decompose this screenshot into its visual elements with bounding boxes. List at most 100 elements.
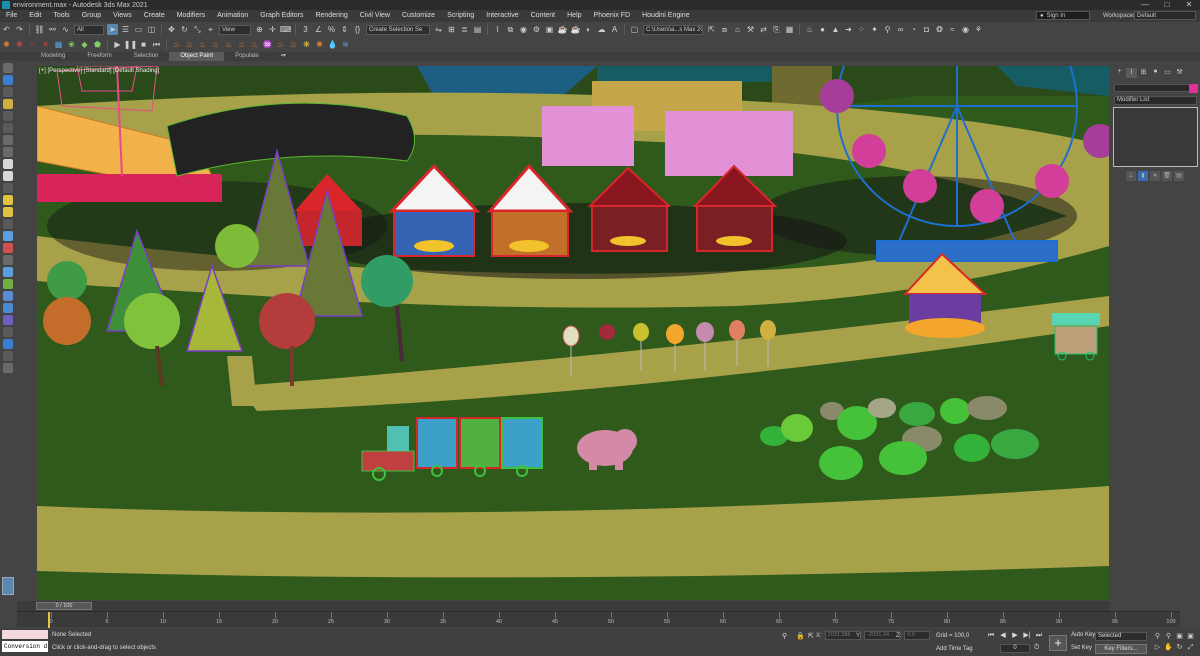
modifier-stack[interactable] bbox=[1113, 107, 1198, 167]
flow-icon[interactable]: ✺ bbox=[1, 39, 12, 50]
paths-icon[interactable]: ⇄ bbox=[758, 24, 769, 35]
isolate-icon[interactable]: ⚲ bbox=[782, 632, 787, 640]
angle-snap-icon[interactable]: ∠ bbox=[313, 24, 324, 35]
select-by-name-icon[interactable]: ☰ bbox=[120, 24, 131, 35]
magnet-icon[interactable]: ∩ bbox=[27, 39, 38, 50]
sphere-icon[interactable]: ● bbox=[817, 24, 828, 35]
menu-views[interactable]: Views bbox=[107, 10, 138, 22]
pen-icon[interactable] bbox=[3, 243, 13, 253]
material-editor-icon[interactable]: ◉ bbox=[518, 24, 529, 35]
render-production-icon[interactable]: ☕ bbox=[557, 24, 568, 35]
close-button[interactable]: ✕ bbox=[1178, 0, 1200, 10]
undo-icon[interactable]: ↶ bbox=[1, 24, 12, 35]
menu-modifiers[interactable]: Modifiers bbox=[171, 10, 211, 22]
pivot-icon[interactable]: ⊕ bbox=[254, 24, 265, 35]
set-project-icon[interactable]: ⌂ bbox=[732, 24, 743, 35]
field-of-view-icon[interactable]: ▷ bbox=[1152, 642, 1163, 653]
object-name-field[interactable] bbox=[1114, 84, 1192, 92]
auto-key-button[interactable]: Auto Key bbox=[1071, 632, 1095, 638]
water-icon[interactable]: ♒ bbox=[262, 39, 273, 50]
unlink-icon[interactable]: ⚯ bbox=[47, 24, 58, 35]
place-icon[interactable]: ⌖ bbox=[205, 24, 216, 35]
project-settings-icon[interactable]: ⚒ bbox=[745, 24, 756, 35]
ribbon-options-icon[interactable]: ▪▾ bbox=[270, 52, 297, 61]
play-sim-icon[interactable]: ▶ bbox=[112, 39, 123, 50]
foam-icon[interactable]: ❋ bbox=[301, 39, 312, 50]
menu-edit[interactable]: Edit bbox=[23, 10, 47, 22]
ref-coord-select[interactable]: View bbox=[219, 24, 251, 35]
modify-tab-icon[interactable]: ⌇ bbox=[1126, 68, 1137, 78]
zoom-extents-icon[interactable]: ▣ bbox=[1174, 631, 1185, 642]
current-frame-field[interactable]: 0 bbox=[1000, 644, 1030, 653]
a360-gallery-icon[interactable]: A bbox=[609, 24, 620, 35]
set-key-big-button[interactable]: + bbox=[1049, 635, 1067, 651]
perspective-viewport[interactable]: [+] [Perspective] [Standard] [Default Sh… bbox=[37, 66, 1109, 600]
pink-hedge-right[interactable] bbox=[665, 111, 793, 176]
cone-icon[interactable]: ▲ bbox=[830, 24, 841, 35]
loop-icon[interactable]: ∞ bbox=[895, 24, 906, 35]
tab-object-paint[interactable]: Object Paint bbox=[169, 52, 225, 61]
cross-icon[interactable]: ✕ bbox=[40, 39, 51, 50]
schematic-view-icon[interactable]: ⧉ bbox=[505, 24, 516, 35]
curve-editor-icon[interactable]: ⌇ bbox=[492, 24, 503, 35]
maxscript-listener-output[interactable] bbox=[2, 630, 48, 639]
helper-icon[interactable] bbox=[3, 123, 13, 133]
sort-icon[interactable] bbox=[3, 351, 13, 361]
zoom-extents-all-icon[interactable]: ▣ bbox=[1185, 631, 1196, 642]
reset-sim-icon[interactable]: ⏮ bbox=[151, 39, 162, 50]
menu-group[interactable]: Group bbox=[76, 10, 107, 22]
project-path-select[interactable]: C:\Users\a...s Max 2021 bbox=[643, 24, 703, 35]
motion-tab-icon[interactable]: ● bbox=[1150, 68, 1161, 78]
move-icon[interactable]: ✥ bbox=[166, 24, 177, 35]
scene-explorer-icon[interactable]: ▤ bbox=[472, 24, 483, 35]
light-icon[interactable] bbox=[3, 99, 13, 109]
add-time-tag[interactable]: Add Time Tag bbox=[936, 646, 973, 652]
pin-stack-icon[interactable]: ⊥ bbox=[1126, 171, 1136, 181]
show-end-result-icon[interactable]: ▮ bbox=[1138, 171, 1148, 181]
create-project-icon[interactable]: ⧈ bbox=[719, 24, 730, 35]
sphere-filter-icon[interactable] bbox=[3, 171, 13, 181]
scale-icon[interactable]: ⤡ bbox=[192, 24, 203, 35]
workspace-select[interactable]: Default bbox=[1134, 11, 1196, 20]
fire6-icon[interactable]: ♨ bbox=[236, 39, 247, 50]
transform-mode-icon[interactable]: ⇱ bbox=[808, 632, 814, 640]
render-setup-icon[interactable]: ⚙ bbox=[531, 24, 542, 35]
drop-icon[interactable]: 💧 bbox=[327, 39, 338, 50]
next-frame-icon[interactable]: ▶| bbox=[1022, 631, 1032, 641]
snap-toggle-icon[interactable]: 3 bbox=[300, 24, 311, 35]
pink-hedge-left[interactable] bbox=[542, 106, 634, 166]
object-color-swatch[interactable] bbox=[1189, 84, 1198, 93]
set-key-button[interactable]: Set Key bbox=[1071, 645, 1092, 651]
bulb-icon[interactable] bbox=[3, 207, 13, 217]
globe-icon[interactable] bbox=[3, 291, 13, 301]
sun-icon[interactable] bbox=[3, 195, 13, 205]
render-cloud-icon[interactable]: ☁ bbox=[596, 24, 607, 35]
splash-icon[interactable]: ✺ bbox=[314, 39, 325, 50]
dots-icon[interactable]: ⁘ bbox=[856, 24, 867, 35]
percent-snap-icon[interactable]: % bbox=[326, 24, 337, 35]
pause-sim-icon[interactable]: ❚❚ bbox=[124, 39, 137, 50]
record-icon[interactable]: ◉ bbox=[960, 24, 971, 35]
select-manipulate-icon[interactable]: ✛ bbox=[267, 24, 278, 35]
smoke-icon[interactable]: ❀ bbox=[66, 39, 77, 50]
object-icon[interactable]: ⬟ bbox=[92, 39, 103, 50]
menu-rendering[interactable]: Rendering bbox=[309, 10, 353, 22]
archive-icon[interactable]: ⎘ bbox=[771, 24, 782, 35]
spline-icon[interactable] bbox=[3, 183, 13, 193]
vortex-icon[interactable]: ❂ bbox=[934, 24, 945, 35]
time-slider[interactable]: 0 / 100 bbox=[17, 601, 1110, 611]
geometry-icon[interactable] bbox=[3, 135, 13, 145]
tab-modeling[interactable]: Modeling bbox=[30, 52, 76, 61]
menu-customize[interactable]: Customize bbox=[396, 10, 441, 22]
shape-icon[interactable]: ◆ bbox=[79, 39, 90, 50]
fire2-icon[interactable]: ♨ bbox=[184, 39, 195, 50]
window-crossing-icon[interactable]: ◫ bbox=[146, 24, 157, 35]
redo-icon[interactable]: ↷ bbox=[14, 24, 25, 35]
align-icon[interactable]: ⊞ bbox=[446, 24, 457, 35]
go-to-end-icon[interactable]: ⏭ bbox=[1034, 631, 1044, 641]
project-folder-icon[interactable]: ▢ bbox=[629, 24, 640, 35]
fire9-icon[interactable]: ♨ bbox=[288, 39, 299, 50]
fire-icon[interactable]: ♨ bbox=[171, 39, 182, 50]
grid-blue-icon[interactable]: ▦ bbox=[53, 39, 64, 50]
hierarchy-tab-icon[interactable]: ⊞ bbox=[1138, 68, 1149, 78]
